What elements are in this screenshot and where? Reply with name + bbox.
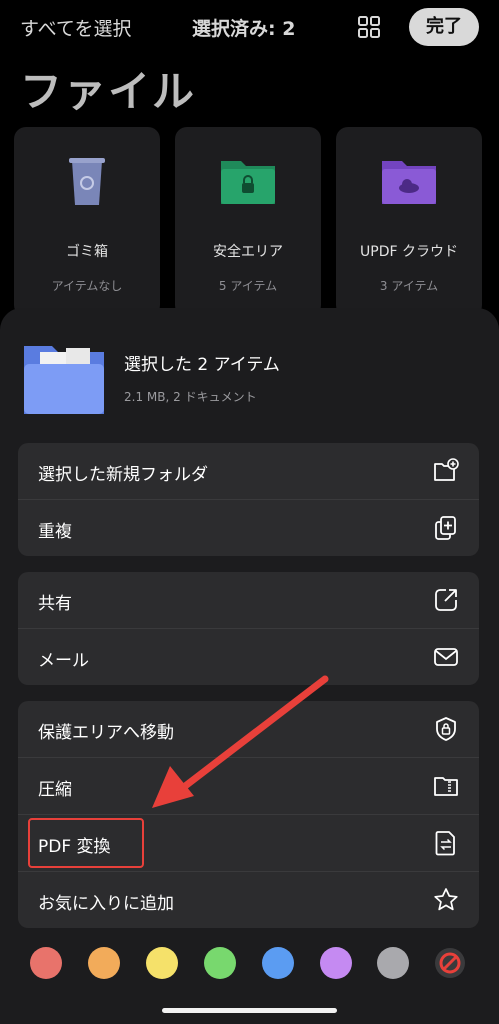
menu-item-duplicate[interactable]: 重複: [18, 500, 479, 556]
selection-title: 選択した 2 アイテム: [124, 355, 280, 375]
card-updf-cloud[interactable]: UPDF クラウド 3 アイテム: [336, 127, 482, 317]
grid-view-icon[interactable]: [358, 16, 380, 38]
color-tag-orange[interactable]: [88, 947, 120, 979]
convert-icon: [435, 831, 455, 856]
menu-item-label: メール: [38, 651, 89, 671]
menu-item-label: 重複: [38, 522, 72, 542]
color-tag-green[interactable]: [204, 947, 236, 979]
highlight-box: [28, 818, 144, 868]
selected-folder-icon: [24, 346, 104, 414]
card-count: 5 アイテム: [218, 279, 278, 293]
menu-item-share[interactable]: 共有: [18, 572, 479, 629]
menu-item-move-protected[interactable]: 保護エリアへ移動: [18, 701, 479, 758]
shield-icon: [436, 717, 456, 741]
menu-item-label: お気に入りに追加: [38, 894, 174, 914]
action-group-actions: 保護エリアへ移動 圧縮 PDF 変換 お気に入りに追加: [18, 701, 479, 928]
selected-count: 選択済み: 2: [192, 18, 296, 40]
top-bar: すべてを選択 選択済み: 2 完了: [0, 0, 499, 56]
card-name: 安全エリア: [213, 244, 283, 260]
trash-icon: [69, 158, 105, 205]
clear-color-icon[interactable]: [434, 947, 466, 979]
menu-item-label: 選択した新規フォルダ: [38, 465, 208, 485]
card-count: 3 アイテム: [379, 279, 439, 293]
card-name: UPDF クラウド: [360, 244, 458, 260]
card-name: ゴミ箱: [66, 244, 108, 260]
selection-subtitle: 2.1 MB, 2 ドキュメント: [124, 390, 257, 404]
home-indicator: [162, 1008, 337, 1013]
menu-item-mail[interactable]: メール: [18, 629, 479, 685]
color-tag-blue[interactable]: [262, 947, 294, 979]
share-icon: [435, 589, 457, 611]
menu-item-pdf-convert[interactable]: PDF 変換: [18, 815, 479, 872]
card-count: アイテムなし: [51, 279, 123, 293]
menu-item-label: 保護エリアへ移動: [38, 723, 174, 743]
color-tag-yellow[interactable]: [146, 947, 178, 979]
cloud-folder-icon: [382, 161, 436, 204]
action-group-folder: 選択した新規フォルダ 重複: [18, 443, 479, 556]
color-tag-purple[interactable]: [320, 947, 352, 979]
folder-plus-icon: [434, 458, 459, 481]
lock-folder-icon: [221, 161, 275, 204]
select-all-button[interactable]: すべてを選択: [20, 14, 132, 41]
done-button[interactable]: 完了: [409, 8, 479, 46]
duplicate-icon: [435, 516, 456, 540]
page-title: ファイル: [20, 67, 197, 116]
menu-item-compress[interactable]: 圧縮: [18, 758, 479, 815]
menu-item-new-folder[interactable]: 選択した新規フォルダ: [18, 443, 479, 500]
mail-icon: [434, 648, 458, 666]
menu-item-label: 共有: [38, 594, 72, 614]
compress-icon: [434, 777, 458, 796]
menu-item-label: 圧縮: [38, 780, 72, 800]
star-icon: [434, 888, 458, 911]
color-tag-gray[interactable]: [377, 947, 409, 979]
card-secure-area[interactable]: 安全エリア 5 アイテム: [175, 127, 321, 317]
action-group-share: 共有 メール: [18, 572, 479, 685]
card-trash[interactable]: ゴミ箱 アイテムなし: [14, 127, 160, 317]
color-tag-red[interactable]: [30, 947, 62, 979]
menu-item-add-favorite[interactable]: お気に入りに追加: [18, 872, 479, 928]
